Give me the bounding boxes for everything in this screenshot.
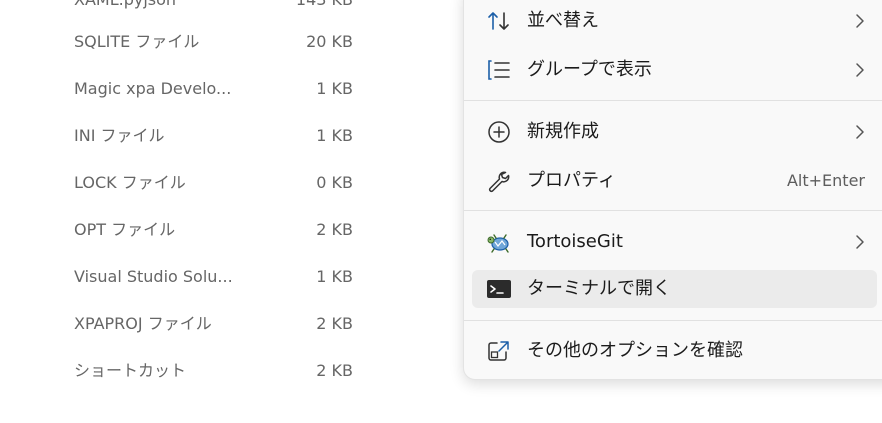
file-size: 20 KB — [306, 32, 353, 51]
file-row[interactable]: XPAPROJ ファイル 2 KB — [0, 301, 460, 347]
menu-item-label: 並べ替え — [527, 10, 599, 31]
file-type: Magic xpa Develo... — [74, 79, 232, 98]
menu-item-new[interactable]: 新規作成 — [472, 113, 877, 151]
file-row[interactable]: Magic xpa Develo... 1 KB — [0, 66, 460, 112]
file-row[interactable]: INI ファイル 1 KB — [0, 113, 460, 159]
menu-item-sort[interactable]: 並べ替え — [472, 2, 877, 40]
keyboard-shortcut: Alt+Enter — [786, 171, 865, 190]
file-row[interactable]: OPT ファイル 2 KB — [0, 207, 460, 253]
file-size: 2 KB — [316, 314, 353, 333]
file-size: 2 KB — [316, 361, 353, 380]
add-circle-icon — [486, 120, 512, 144]
sort-arrows-icon — [486, 9, 512, 33]
menu-separator — [464, 100, 882, 101]
menu-item-label: TortoiseGit — [527, 231, 623, 252]
file-row[interactable]: SQLITE ファイル 20 KB — [0, 19, 460, 65]
file-size: 2 KB — [316, 220, 353, 239]
chevron-right-icon — [855, 124, 865, 140]
wrench-icon — [486, 169, 512, 193]
file-size: 1 KB — [316, 79, 353, 98]
menu-separator — [464, 210, 882, 211]
chevron-right-icon — [855, 13, 865, 29]
file-type: Visual Studio Solu... — [74, 267, 233, 286]
file-type: XPAPROJ ファイル — [74, 314, 212, 333]
file-type: SQLITE ファイル — [74, 32, 200, 51]
menu-item-label: ターミナルで開く — [527, 278, 671, 299]
file-type: INI ファイル — [74, 126, 165, 145]
chevron-right-icon — [855, 234, 865, 250]
file-type: OPT ファイル — [74, 220, 176, 239]
menu-item-group-by[interactable]: グループで表示 — [472, 51, 877, 89]
menu-item-tortoisegit[interactable]: TortoiseGit — [472, 223, 877, 261]
file-size: 1 KB — [316, 126, 353, 145]
context-menu: 並べ替え グループで表示 新規作成 プロパティ Alt+Enter Tortoi… — [463, 0, 882, 380]
file-size: 1 KB — [316, 267, 353, 286]
file-type: LOCK ファイル — [74, 173, 186, 192]
chevron-right-icon — [855, 62, 865, 78]
file-row[interactable]: ショートカット 2 KB — [0, 348, 460, 394]
menu-item-properties[interactable]: プロパティ Alt+Enter — [472, 162, 877, 200]
menu-item-label: グループで表示 — [527, 59, 652, 80]
file-list: XAML.pyjson 143 KB SQLITE ファイル 20 KB Mag… — [0, 0, 460, 423]
group-list-icon — [486, 58, 512, 82]
menu-item-open-in-terminal[interactable]: ターミナルで開く — [472, 270, 877, 308]
tortoisegit-turtle-icon — [486, 230, 512, 254]
menu-item-label: プロパティ — [527, 170, 616, 191]
file-row[interactable]: LOCK ファイル 0 KB — [0, 160, 460, 206]
terminal-icon — [486, 277, 512, 301]
file-row[interactable]: Visual Studio Solu... 1 KB — [0, 254, 460, 300]
file-size: 0 KB — [316, 173, 353, 192]
file-type: ショートカット — [74, 361, 187, 380]
menu-item-label: その他のオプションを確認 — [527, 340, 743, 361]
menu-item-show-more-options[interactable]: その他のオプションを確認 — [472, 332, 877, 370]
menu-item-label: 新規作成 — [527, 121, 599, 142]
open-external-icon — [486, 339, 512, 363]
menu-separator — [464, 320, 882, 321]
